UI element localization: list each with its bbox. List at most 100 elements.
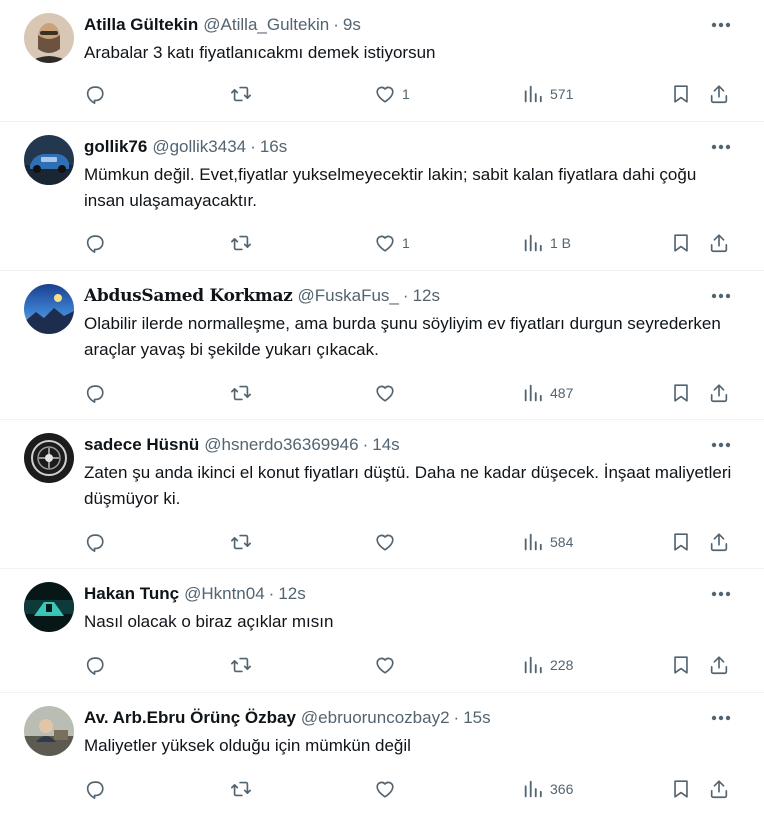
share-button[interactable] (708, 528, 730, 556)
user-handle[interactable]: @hsnerdo36369946 (204, 435, 358, 455)
more-options-button[interactable] (710, 286, 732, 306)
like-button[interactable] (374, 528, 402, 556)
avatar[interactable] (24, 706, 74, 756)
retweet-button[interactable] (230, 775, 252, 803)
more-options-button[interactable] (710, 435, 732, 455)
timestamp[interactable]: 12s (413, 286, 440, 306)
retweet-icon (231, 534, 251, 550)
heart-icon (376, 781, 394, 798)
like-count: 1 (402, 86, 410, 102)
heart-icon (376, 657, 394, 674)
views-button[interactable]: 366 (522, 775, 573, 803)
user-handle[interactable]: @Atilla_Gultekin (203, 15, 329, 35)
user-handle[interactable]: @FuskaFus_ (298, 286, 399, 306)
avatar[interactable] (24, 433, 74, 483)
reply-button[interactable] (84, 80, 106, 108)
avatar-image (24, 135, 74, 185)
share-button[interactable] (708, 379, 730, 407)
reply-tweet[interactable]: AbdusSamed Korkmaz @FuskaFus_ · 12s Olab… (0, 271, 764, 420)
separator-dot: · (453, 708, 460, 727)
more-dots-icon (711, 442, 731, 448)
views-button[interactable]: 228 (522, 651, 573, 679)
user-handle[interactable]: @Hkntn04 (184, 584, 265, 604)
reply-icon (86, 86, 104, 104)
like-button[interactable] (374, 775, 402, 803)
tweet-header: AbdusSamed Korkmaz @FuskaFus_ · 12s (84, 283, 734, 309)
timestamp[interactable]: 16s (260, 137, 287, 157)
retweet-button[interactable] (230, 80, 252, 108)
like-button[interactable] (374, 651, 402, 679)
reply-tweet[interactable]: Hakan Tunç @Hkntn04 · 12s Nasıl olacak o… (0, 569, 764, 693)
tweet-text: Olabilir ilerde normalleşme, ama burda ş… (84, 314, 721, 359)
views-button[interactable]: 571 (522, 80, 573, 108)
views-button[interactable]: 487 (522, 379, 573, 407)
reply-button[interactable] (84, 229, 106, 257)
avatar[interactable] (24, 284, 74, 334)
avatar[interactable] (24, 582, 74, 632)
reply-button[interactable] (84, 528, 106, 556)
bookmark-button[interactable] (670, 229, 692, 257)
display-name[interactable]: AbdusSamed Korkmaz (84, 286, 293, 306)
tweet-header: gollik76 @gollik3434 · 16s (84, 134, 734, 160)
view-count: 1 B (550, 235, 572, 251)
share-button[interactable] (708, 775, 730, 803)
avatar[interactable] (24, 135, 74, 185)
like-button[interactable]: 1 (374, 80, 410, 108)
reply-tweet[interactable]: Av. Arb.Ebru Örünç Özbay @ebruoruncozbay… (0, 693, 764, 814)
more-options-button[interactable] (710, 137, 732, 157)
heart-icon (376, 86, 394, 103)
reply-button[interactable] (84, 651, 106, 679)
tweet-text: Mümkun değil. Evet,fiyatlar yukselmeyece… (84, 165, 697, 210)
bookmark-button[interactable] (670, 379, 692, 407)
bookmark-button[interactable] (670, 651, 692, 679)
more-dots-icon (711, 293, 731, 299)
bookmark-icon (674, 234, 688, 252)
more-options-button[interactable] (710, 15, 732, 35)
retweet-icon (231, 235, 251, 251)
view-count: 228 (550, 657, 574, 673)
reply-button[interactable] (84, 775, 106, 803)
display-name[interactable]: sadece Hüsnü (84, 435, 199, 455)
retweet-button[interactable] (230, 229, 252, 257)
timestamp[interactable]: 14s (372, 435, 399, 455)
retweet-button[interactable] (230, 379, 252, 407)
user-handle[interactable]: @gollik3434 (152, 137, 246, 157)
more-options-button[interactable] (710, 584, 732, 604)
display-name[interactable]: gollik76 (84, 137, 147, 157)
user-handle[interactable]: @ebruoruncozbay2 (301, 708, 450, 728)
like-button[interactable]: 1 (374, 229, 410, 257)
timestamp[interactable]: 9s (343, 15, 361, 35)
bookmark-icon (674, 384, 688, 402)
bookmark-icon (674, 85, 688, 103)
more-dots-icon (711, 715, 731, 721)
more-dots-icon (711, 591, 731, 597)
reply-icon (86, 657, 104, 675)
avatar[interactable] (24, 13, 74, 63)
reply-button[interactable] (84, 379, 106, 407)
views-button[interactable]: 584 (522, 528, 573, 556)
like-button[interactable] (374, 379, 402, 407)
share-button[interactable] (708, 229, 730, 257)
views-button[interactable]: 1 B (522, 229, 571, 257)
bookmark-icon (674, 533, 688, 551)
timestamp[interactable]: 15s (463, 708, 490, 728)
reply-tweet[interactable]: Atilla Gültekin @Atilla_Gultekin · 9s Ar… (0, 0, 764, 122)
bookmark-button[interactable] (670, 528, 692, 556)
action-bar: 584 (84, 528, 734, 556)
display-name[interactable]: Atilla Gültekin (84, 15, 198, 35)
bookmark-icon (674, 656, 688, 674)
share-button[interactable] (708, 80, 730, 108)
bookmark-button[interactable] (670, 775, 692, 803)
retweet-button[interactable] (230, 528, 252, 556)
bookmark-button[interactable] (670, 80, 692, 108)
reply-tweet[interactable]: sadece Hüsnü @hsnerdo36369946 · 14s Zate… (0, 420, 764, 569)
more-options-button[interactable] (710, 708, 732, 728)
separator-dot: · (333, 15, 339, 34)
display-name[interactable]: Av. Arb.Ebru Örünç Özbay (84, 708, 296, 728)
timestamp[interactable]: 12s (278, 584, 305, 604)
reply-tweet[interactable]: gollik76 @gollik3434 · 16s Mümkun değil.… (0, 122, 764, 271)
display-name[interactable]: Hakan Tunç (84, 584, 179, 604)
retweet-button[interactable] (230, 651, 252, 679)
share-button[interactable] (708, 651, 730, 679)
avatar-image (24, 13, 74, 63)
